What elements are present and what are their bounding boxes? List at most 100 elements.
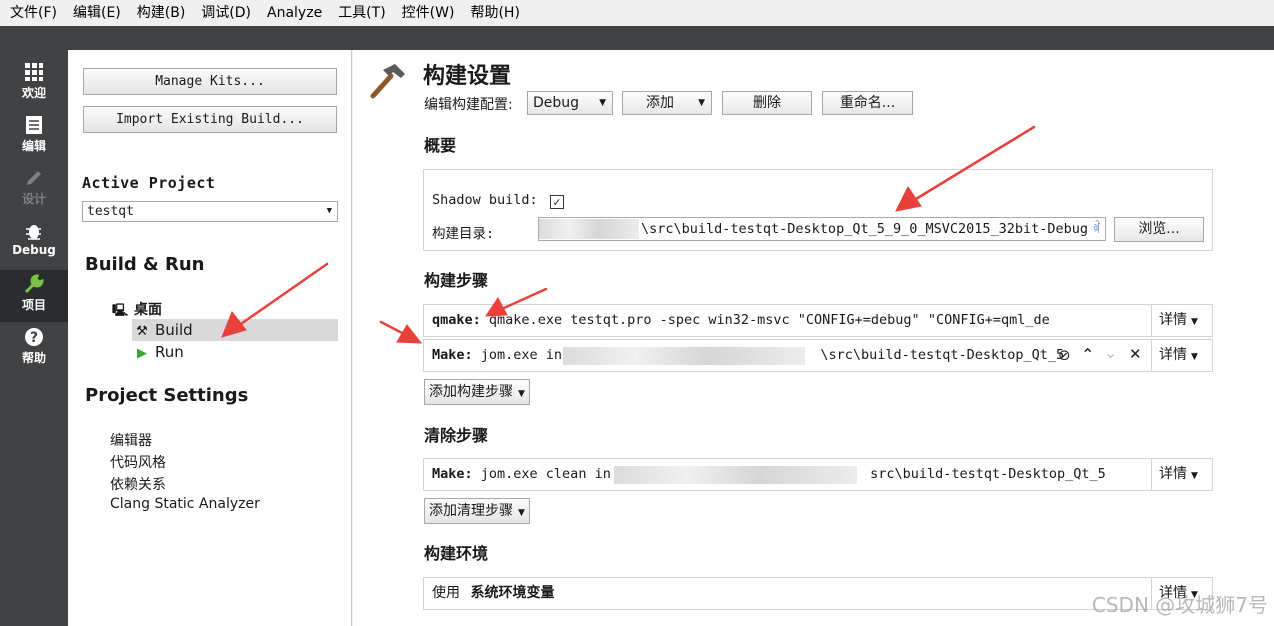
- tree-run[interactable]: ▶ Run: [132, 341, 338, 363]
- dropdown-arrow-icon: ▼: [599, 98, 606, 108]
- menu-edit[interactable]: 编辑(E): [65, 0, 129, 26]
- dropdown-arrow-icon: ▼: [518, 508, 525, 518]
- tree-run-label: Run: [155, 343, 184, 361]
- add-build-step-label: 添加构建步骤: [429, 384, 513, 400]
- dropdown-arrow-icon: ▼: [698, 98, 705, 108]
- menu-build[interactable]: 构建(B): [129, 0, 194, 26]
- qmake-step[interactable]: qmake: qmake.exe testqt.pro -spec win32-…: [423, 304, 1213, 337]
- qmake-details-button[interactable]: 详情 ▼: [1151, 305, 1212, 336]
- project-sidebar: Manage Kits... Import Existing Build... …: [68, 50, 352, 626]
- active-project-select[interactable]: testqt ▼: [82, 201, 338, 222]
- dropdown-arrow-icon: ▼: [1191, 471, 1198, 481]
- play-icon: ▶: [137, 346, 147, 361]
- mode-label: 编辑: [21, 139, 46, 153]
- settings-clang-analyzer[interactable]: Clang Static Analyzer: [110, 496, 260, 512]
- document-icon: [0, 111, 68, 137]
- mode-edit[interactable]: 编辑: [0, 111, 68, 163]
- make-step-cmd-suffix: \src\build-testqt-Desktop_Qt_5: [820, 347, 1065, 363]
- env-use-label: 使用: [432, 585, 460, 601]
- bug-icon: [0, 217, 68, 243]
- delete-config-button[interactable]: 删除: [722, 91, 812, 115]
- mode-label: 欢迎: [21, 86, 46, 100]
- path-icon: ꉶ: [1089, 218, 1102, 240]
- mode-design[interactable]: 设计: [0, 164, 68, 216]
- mode-label: 帮助: [21, 351, 46, 365]
- tree-build-label: Build: [155, 321, 193, 339]
- grid-icon: [0, 58, 68, 84]
- clean-step[interactable]: Make: jom.exe clean in src\build-testqt-…: [423, 458, 1213, 491]
- details-label: 详情: [1159, 347, 1187, 363]
- redacted-path: [563, 347, 805, 365]
- wrench-icon: [0, 270, 68, 296]
- clean-step-name: Make:: [432, 466, 473, 482]
- add-build-step-button[interactable]: 添加构建步骤 ▼: [424, 379, 530, 405]
- qmake-step-cmd: qmake.exe testqt.pro -spec win32-msvc "C…: [488, 312, 1050, 328]
- clean-details-button[interactable]: 详情 ▼: [1151, 459, 1212, 490]
- mode-welcome[interactable]: 欢迎: [0, 58, 68, 110]
- menu-bar: 文件(F) 编辑(E) 构建(B) 调试(D) Analyze 工具(T) 控件…: [0, 0, 1274, 26]
- remove-step-icon[interactable]: ✕: [1129, 345, 1142, 363]
- dropdown-arrow-icon: ▼: [1191, 352, 1198, 362]
- build-dir-input[interactable]: \src\build-testqt-Desktop_Qt_5_9_0_MSVC2…: [538, 217, 1106, 241]
- settings-code-style[interactable]: 代码风格: [110, 452, 166, 472]
- svg-text:?: ?: [30, 330, 38, 346]
- hammer-icon: ⚒: [136, 324, 148, 339]
- build-settings-panel: 构建设置 编辑构建配置: Debug ▼ 添加 ▼ 删除 重命名... 概要 S…: [353, 50, 1274, 626]
- mode-label: 项目: [21, 298, 46, 312]
- monitor-icon: 🖳: [112, 303, 129, 317]
- env-value: 系统环境变量: [470, 585, 555, 601]
- build-env-text: 使用 系统环境变量: [432, 578, 554, 609]
- rename-config-button[interactable]: 重命名...: [822, 91, 913, 115]
- watermark: CSDN @攻城狮7号: [1091, 593, 1268, 617]
- qmake-step-text: qmake: qmake.exe testqt.pro -spec win32-…: [432, 305, 1050, 336]
- clean-steps-title: 清除步骤: [424, 426, 489, 445]
- active-project-value: testqt: [87, 204, 134, 219]
- settings-dependencies[interactable]: 依赖关系: [110, 474, 166, 494]
- make-step[interactable]: Make: jom.exe in \src\build-testqt-Deskt…: [423, 339, 1213, 372]
- shadow-build-checkbox[interactable]: ✓: [549, 195, 564, 209]
- menu-widgets[interactable]: 控件(W): [394, 0, 463, 26]
- import-build-button[interactable]: Import Existing Build...: [83, 106, 337, 133]
- overview-panel: Shadow build: ✓ 构建目录: \src\build-testqt-…: [423, 169, 1213, 251]
- make-details-button[interactable]: 详情 ▼: [1151, 340, 1212, 371]
- move-down-icon[interactable]: ⌄: [1104, 343, 1117, 362]
- move-up-icon[interactable]: ⌃: [1081, 345, 1094, 364]
- redacted-path: [539, 219, 639, 239]
- menu-file[interactable]: 文件(F): [2, 0, 65, 26]
- toolbar-strip: [0, 26, 1274, 50]
- tree-build[interactable]: ⚒ Build: [132, 319, 338, 341]
- add-config-label: 添加: [646, 95, 674, 111]
- page-title: 构建设置: [423, 64, 512, 89]
- disable-step-icon[interactable]: ⊘: [1058, 346, 1071, 364]
- pencil-icon: [0, 164, 68, 190]
- kit-label: 桌面: [134, 302, 163, 318]
- details-label: 详情: [1159, 312, 1187, 328]
- shadow-build-label: Shadow build:: [432, 192, 538, 208]
- qmake-step-name: qmake:: [432, 312, 481, 328]
- add-clean-step-label: 添加清理步骤: [429, 503, 513, 519]
- mode-debug[interactable]: Debug: [0, 217, 68, 269]
- menu-debug[interactable]: 调试(D): [193, 0, 259, 26]
- menu-help[interactable]: 帮助(H): [462, 0, 527, 26]
- menu-analyze[interactable]: Analyze: [259, 0, 330, 26]
- build-config-select[interactable]: Debug ▼: [527, 91, 613, 115]
- project-settings-title: Project Settings: [85, 385, 249, 406]
- add-clean-step-button[interactable]: 添加清理步骤 ▼: [424, 498, 530, 524]
- mode-projects[interactable]: 项目: [0, 270, 68, 322]
- build-run-title: Build & Run: [85, 254, 205, 275]
- menu-tools[interactable]: 工具(T): [330, 0, 393, 26]
- dropdown-arrow-icon: ▼: [1191, 317, 1198, 327]
- clean-step-cmd-prefix: jom.exe clean in: [480, 466, 611, 482]
- details-label: 详情: [1159, 466, 1187, 482]
- edit-config-label: 编辑构建配置:: [424, 97, 513, 113]
- manage-kits-button[interactable]: Manage Kits...: [83, 68, 337, 95]
- add-config-button[interactable]: 添加 ▼: [622, 91, 712, 115]
- dropdown-arrow-icon: ▼: [326, 206, 332, 216]
- mode-help[interactable]: ? 帮助: [0, 323, 68, 375]
- build-steps-title: 构建步骤: [424, 271, 489, 290]
- settings-editor[interactable]: 编辑器: [110, 430, 152, 450]
- browse-button[interactable]: 浏览...: [1114, 217, 1204, 242]
- build-env-title: 构建环境: [424, 544, 489, 563]
- active-project-label: Active Project: [82, 174, 216, 192]
- build-dir-value: \src\build-testqt-Desktop_Qt_5_9_0_MSVC2…: [641, 221, 1089, 237]
